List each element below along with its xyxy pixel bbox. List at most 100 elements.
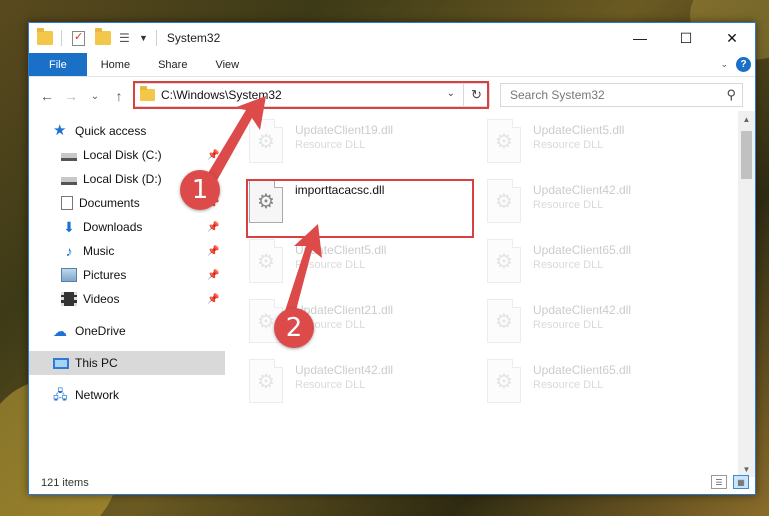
- file-type: Resource DLL: [533, 199, 604, 211]
- chevron-down-icon[interactable]: ▼: [139, 33, 148, 43]
- sidebar-item-local-disk-c[interactable]: Local Disk (C:) 📌: [29, 143, 225, 167]
- sidebar-item-label: Local Disk (C:): [83, 148, 162, 162]
- scrollbar-thumb[interactable]: [741, 131, 752, 179]
- status-bar: 121 items ☰ ▦: [29, 472, 755, 494]
- sidebar-item-music[interactable]: ♪ Music 📌: [29, 239, 225, 263]
- tab-file[interactable]: File: [29, 53, 87, 76]
- file-type: Resource DLL: [533, 379, 604, 391]
- music-icon: ♪: [65, 243, 73, 259]
- file-type: Resource DLL: [533, 259, 604, 271]
- sidebar-item-videos[interactable]: Videos 📌: [29, 287, 225, 311]
- pictures-icon: [61, 268, 77, 282]
- dll-file-icon: ⚙: [249, 239, 283, 283]
- customize-toolbar-icon[interactable]: ☰: [119, 31, 135, 45]
- file-item[interactable]: ⚙ UpdateClient19.dll Resource DLL: [249, 119, 469, 175]
- ribbon-tabs: File Home Share View ⌄ ?: [29, 53, 755, 77]
- sidebar-item-pictures[interactable]: Pictures 📌: [29, 263, 225, 287]
- view-toggle: ☰ ▦: [711, 475, 749, 489]
- dll-file-icon: ⚙: [487, 239, 521, 283]
- pin-icon[interactable]: 📌: [207, 150, 219, 161]
- sidebar-item-quick-access[interactable]: ★ Quick access: [29, 119, 225, 143]
- sidebar-item-label: Music: [83, 244, 115, 258]
- file-name: UpdateClient5.dll: [533, 123, 625, 137]
- file-name: UpdateClient42.dll: [533, 303, 632, 317]
- dll-file-icon: ⚙: [487, 119, 521, 163]
- sidebar-item-label: Videos: [83, 292, 120, 306]
- tab-home[interactable]: Home: [87, 53, 144, 76]
- window-title: System32: [166, 31, 221, 45]
- file-item[interactable]: ⚙ UpdateClient42.dll Resource DLL: [487, 299, 707, 355]
- tab-view[interactable]: View: [201, 53, 253, 76]
- pin-icon[interactable]: 📌: [207, 246, 219, 257]
- file-item[interactable]: ⚙ UpdateClient5.dll Resource DLL: [487, 119, 707, 175]
- file-name: UpdateClient19.dll: [295, 123, 394, 137]
- window-controls: — ☐ ✕: [617, 23, 755, 53]
- maximize-button[interactable]: ☐: [663, 23, 709, 53]
- minimize-button[interactable]: —: [617, 23, 663, 53]
- item-count: 121 items: [41, 477, 89, 489]
- dll-file-icon: ⚙: [487, 299, 521, 343]
- scroll-up-arrow-icon[interactable]: ▲: [738, 111, 755, 127]
- sidebar-item-downloads[interactable]: ⬇ Downloads 📌: [29, 215, 225, 239]
- divider: [155, 30, 157, 46]
- network-icon: 🖧: [53, 387, 68, 402]
- file-name: UpdateClient65.dll: [533, 243, 632, 257]
- file-type: Resource DLL: [533, 319, 604, 331]
- up-button[interactable]: ↑: [109, 88, 129, 104]
- drive-icon: [61, 176, 77, 185]
- sidebar-item-network[interactable]: 🖧 Network: [29, 383, 225, 407]
- search-icon[interactable]: ⚲: [726, 87, 736, 103]
- pin-icon[interactable]: 📌: [207, 222, 219, 233]
- sidebar-item-label: OneDrive: [75, 324, 126, 338]
- forward-button[interactable]: →: [61, 88, 81, 104]
- vertical-scrollbar[interactable]: ▲ ▼: [738, 111, 755, 477]
- pin-icon[interactable]: 📌: [207, 294, 219, 305]
- address-highlight-box: [133, 81, 489, 109]
- new-folder-icon[interactable]: [95, 28, 111, 45]
- pin-icon[interactable]: 📌: [207, 270, 219, 281]
- download-icon: ⬇: [63, 219, 75, 235]
- file-item[interactable]: ⚙ UpdateClient65.dll Resource DLL: [487, 239, 707, 295]
- drive-icon: [61, 152, 77, 161]
- dll-file-icon: ⚙: [249, 359, 283, 403]
- sidebar-item-label: Quick access: [75, 124, 147, 138]
- step-1-badge: 1: [180, 170, 220, 210]
- tab-share[interactable]: Share: [144, 53, 201, 76]
- computer-icon: [53, 357, 69, 369]
- search-input[interactable]: Search System32 ⚲: [500, 83, 743, 107]
- ribbon-right: ⌄ ?: [720, 57, 751, 72]
- divider: [61, 30, 62, 46]
- file-name: UpdateClient42.dll: [533, 183, 632, 197]
- file-type: Resource DLL: [295, 139, 366, 151]
- sidebar-item-this-pc[interactable]: This PC: [29, 351, 225, 375]
- sidebar-item-label: Pictures: [83, 268, 127, 282]
- help-icon[interactable]: ?: [736, 57, 751, 72]
- back-button[interactable]: ←: [37, 88, 57, 104]
- file-type: Resource DLL: [295, 379, 366, 391]
- file-item[interactable]: ⚙ UpdateClient42.dll Resource DLL: [487, 179, 707, 235]
- close-button[interactable]: ✕: [709, 23, 755, 53]
- dll-file-icon: ⚙: [249, 119, 283, 163]
- file-item[interactable]: ⚙ UpdateClient5.dll Resource DLL: [249, 239, 469, 295]
- details-view-icon[interactable]: ☰: [711, 475, 727, 489]
- dll-file-icon: ⚙: [487, 179, 521, 223]
- star-icon: ★: [53, 122, 67, 139]
- search-placeholder: Search System32: [510, 88, 605, 102]
- file-highlight-box: [246, 179, 474, 238]
- properties-icon[interactable]: [72, 30, 85, 46]
- folder-icon: [37, 28, 53, 45]
- sidebar-item-onedrive[interactable]: ☁ OneDrive: [29, 319, 225, 343]
- recent-locations-button[interactable]: ⌄: [85, 91, 105, 102]
- file-list: ⚙ UpdateClient19.dll Resource DLL ⚙ Upda…: [233, 115, 739, 469]
- sidebar-item-label: Documents: [79, 196, 140, 210]
- file-type: Resource DLL: [533, 139, 604, 151]
- tiles-view-icon[interactable]: ▦: [733, 475, 749, 489]
- videos-icon: [61, 292, 77, 306]
- file-type: Resource DLL: [295, 259, 366, 271]
- chevron-down-icon[interactable]: ⌄: [720, 59, 728, 70]
- document-icon: [61, 196, 73, 210]
- cloud-icon: ☁: [53, 323, 67, 339]
- file-item[interactable]: ⚙ UpdateClient42.dll Resource DLL: [249, 359, 469, 415]
- dll-file-icon: ⚙: [487, 359, 521, 403]
- file-item[interactable]: ⚙ UpdateClient65.dll Resource DLL: [487, 359, 707, 415]
